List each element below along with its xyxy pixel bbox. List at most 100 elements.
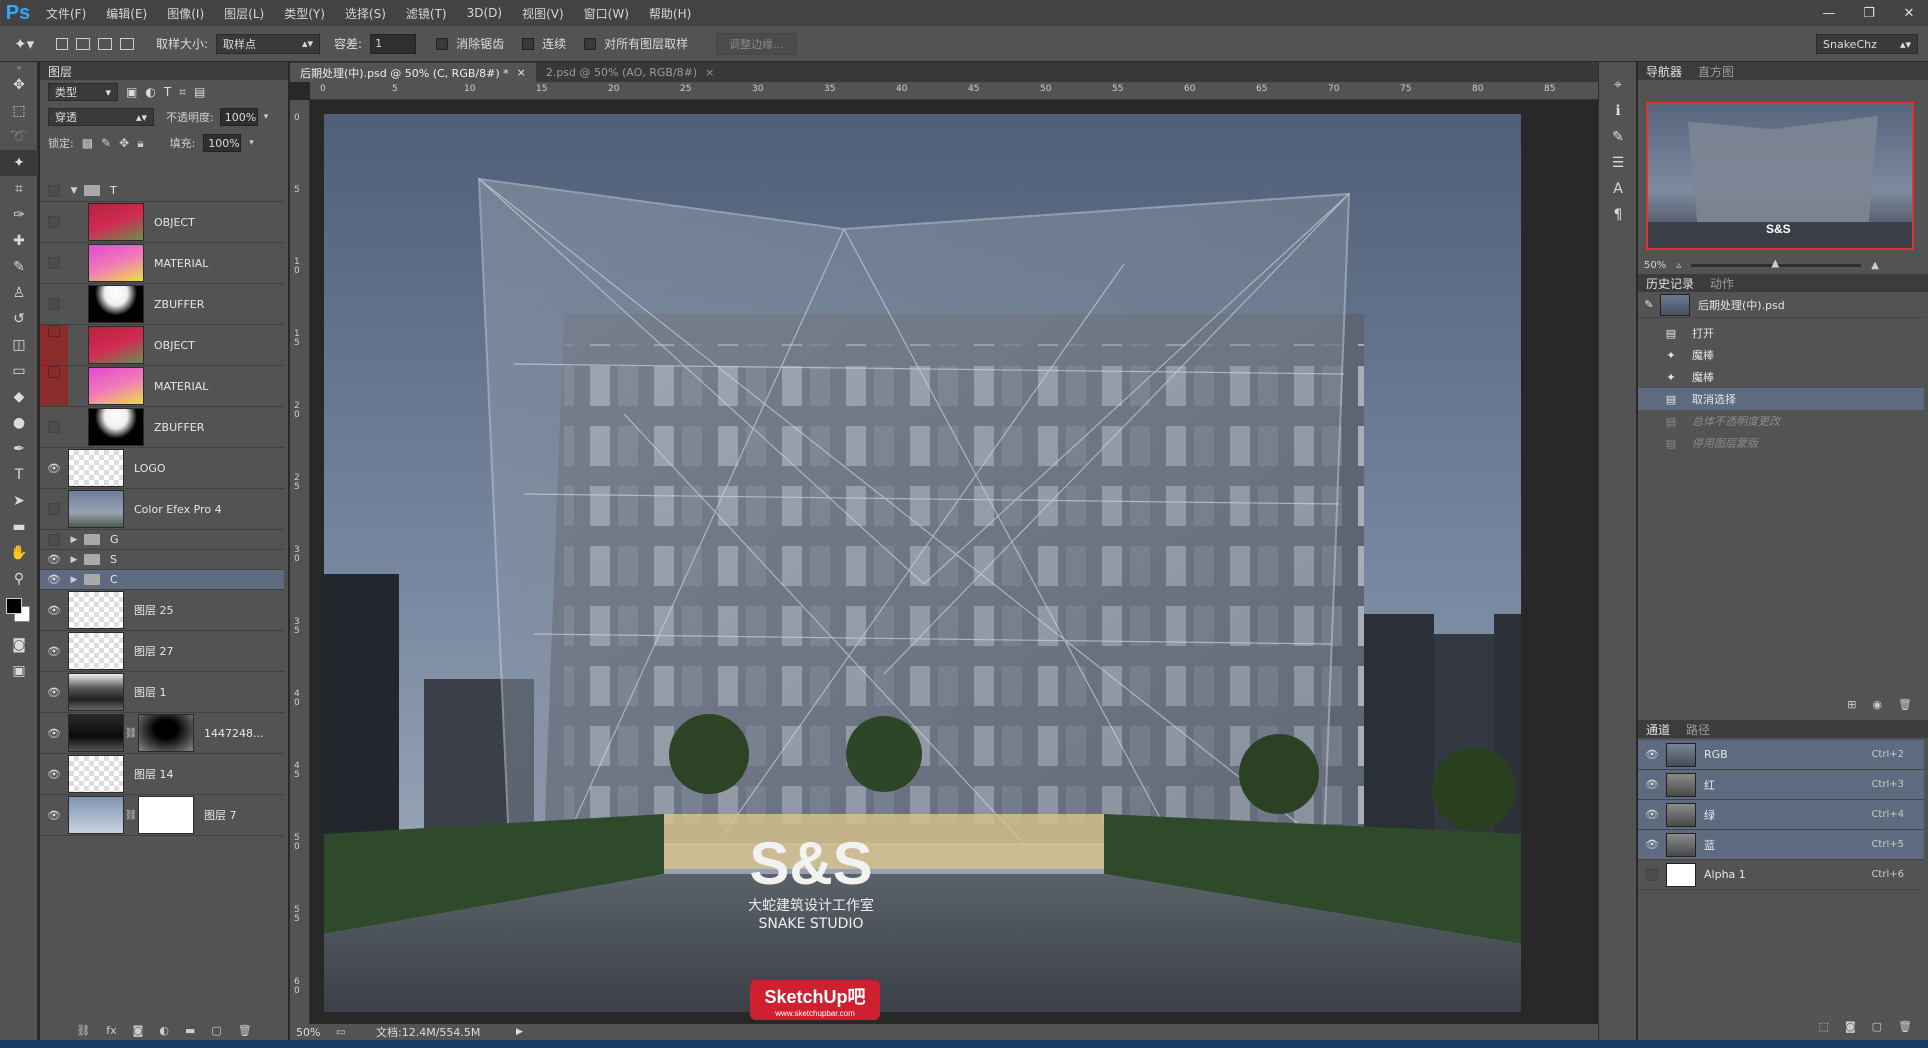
tab-document-active[interactable]: 后期处理(中).psd @ 50% (C, RGB/8#) * × xyxy=(290,63,536,82)
adjustments-panel-icon[interactable]: ☰ xyxy=(1599,150,1637,176)
visibility-toggle[interactable] xyxy=(40,184,68,197)
sample-size-select[interactable]: 取样点 ▴▾ xyxy=(216,33,321,54)
layer-group-t[interactable]: ▼ T xyxy=(40,180,284,202)
subtract-selection-icon[interactable] xyxy=(98,37,112,50)
type-filter-icon[interactable]: T xyxy=(164,85,171,99)
layer-row[interactable]: OBJECT xyxy=(40,325,284,366)
eraser-tool-icon[interactable]: ◫ xyxy=(0,332,38,358)
history-step-selected[interactable]: ▤ 取消选择 xyxy=(1638,388,1924,410)
clone-stamp-icon[interactable]: ♙ xyxy=(0,280,38,306)
zoom-level[interactable]: 50% xyxy=(290,1026,336,1039)
menu-image[interactable]: 图像(I) xyxy=(157,5,214,22)
eye-icon[interactable]: 👁︎ xyxy=(1638,808,1666,821)
zoom-tool-icon[interactable]: ⚲ xyxy=(0,566,38,592)
new-layer-icon[interactable]: ▢ xyxy=(211,1024,221,1037)
channel-row[interactable]: Alpha 1 Ctrl+6 xyxy=(1638,860,1924,890)
smart-object-filter-icon[interactable]: ▤ xyxy=(194,85,205,99)
menu-select[interactable]: 选择(S) xyxy=(335,5,396,22)
chevron-right-icon[interactable]: ▶ xyxy=(68,535,80,545)
intersect-selection-icon[interactable] xyxy=(120,37,134,50)
eye-icon[interactable]: 👁︎ xyxy=(40,686,68,699)
tab-document[interactable]: 2.psd @ 50% (AO, RGB/8#) × xyxy=(536,63,725,82)
tab-channels[interactable]: 通道 xyxy=(1646,721,1670,738)
marquee-tool-icon[interactable]: ⬚ xyxy=(0,98,38,124)
brush-panel-icon[interactable]: ✎ xyxy=(1599,124,1637,150)
menu-layer[interactable]: 图层(L) xyxy=(214,5,274,22)
menu-edit[interactable]: 编辑(E) xyxy=(96,5,157,22)
canvas-viewport[interactable]: S&S 大蛇建筑设计工作室 SNAKE STUDIO SketchUp吧 www… xyxy=(310,100,1636,1024)
layer-row[interactable]: MATERIAL xyxy=(40,366,284,407)
new-selection-icon[interactable] xyxy=(56,37,68,50)
close-icon[interactable]: × xyxy=(517,66,526,79)
chevron-down-icon[interactable]: ▾ xyxy=(264,112,269,122)
eye-icon[interactable]: 👁︎ xyxy=(40,462,68,475)
screen-mode-icon[interactable]: ▣ xyxy=(0,658,38,684)
history-step[interactable]: ✦ 魔棒 xyxy=(1638,344,1924,366)
load-selection-icon[interactable]: ⬚ xyxy=(1819,1020,1829,1038)
lock-all-icon[interactable]: 🔒︎ xyxy=(137,136,143,151)
visibility-toggle[interactable] xyxy=(40,503,68,515)
visibility-toggle[interactable] xyxy=(40,257,68,269)
brush-tool-icon[interactable]: ✎ xyxy=(0,254,38,280)
tab-paths[interactable]: 路径 xyxy=(1686,721,1710,738)
visibility-toggle[interactable] xyxy=(40,366,68,406)
layer-row[interactable]: OBJECT xyxy=(40,202,284,243)
delete-layer-icon[interactable]: 🗑︎ xyxy=(238,1024,252,1037)
delete-state-icon[interactable]: 🗑︎ xyxy=(1898,698,1912,714)
layer-row[interactable]: 👁︎ 图层 25 xyxy=(40,590,284,631)
shape-tool-icon[interactable]: ▬ xyxy=(0,514,38,540)
chevron-right-icon[interactable]: ▶ xyxy=(68,555,80,565)
layer-mask-thumbnail[interactable] xyxy=(138,714,194,752)
layer-row[interactable]: 👁︎ 图层 1 xyxy=(40,672,284,713)
history-brush-source-icon[interactable]: ✎ xyxy=(1638,298,1660,311)
character-panel-icon[interactable]: A xyxy=(1599,176,1637,202)
minimize-button[interactable]: — xyxy=(1816,6,1842,21)
eye-icon[interactable]: 👁︎ xyxy=(40,645,68,658)
menu-file[interactable]: 文件(F) xyxy=(36,5,96,22)
eye-icon[interactable]: 👁︎ xyxy=(1638,778,1666,791)
chevron-down-icon[interactable]: ▾ xyxy=(249,138,254,148)
menu-help[interactable]: 帮助(H) xyxy=(639,5,701,22)
new-group-icon[interactable]: ▬ xyxy=(185,1024,195,1037)
layer-row[interactable]: MATERIAL xyxy=(40,243,284,284)
layer-group-g[interactable]: ▶ G xyxy=(40,530,284,550)
quick-mask-icon[interactable]: ◙ xyxy=(0,632,38,658)
chevron-down-icon[interactable]: ▼ xyxy=(68,186,80,196)
visibility-toggle[interactable] xyxy=(1638,868,1666,881)
restore-button[interactable]: ❐ xyxy=(1856,6,1882,21)
layer-row[interactable]: Color Efex Pro 4 xyxy=(40,489,284,530)
history-step-undone[interactable]: ▤ 停用图层蒙版 xyxy=(1638,432,1924,454)
filter-kind-select[interactable]: 类型 ▾ xyxy=(48,83,118,101)
image-filter-icon[interactable]: ▣ xyxy=(126,85,137,99)
chevron-right-icon[interactable]: ▶ xyxy=(516,1027,523,1037)
add-mask-icon[interactable]: ◙ xyxy=(133,1024,144,1037)
chevron-right-icon[interactable]: ▶ xyxy=(68,575,80,585)
channel-row[interactable]: 👁︎ RGB Ctrl+2 xyxy=(1638,740,1924,770)
history-step-undone[interactable]: ▤ 总体不透明度更改 xyxy=(1638,410,1924,432)
blend-mode-select[interactable]: 穿透 ▴▾ xyxy=(48,108,154,126)
pen-tool-icon[interactable]: ✒ xyxy=(0,436,38,462)
history-step[interactable]: ✦ 魔棒 xyxy=(1638,366,1924,388)
adjustment-layer-icon[interactable]: ◐ xyxy=(159,1024,169,1037)
lasso-tool-icon[interactable]: ➰ xyxy=(0,124,38,150)
history-step[interactable]: ▤ 打开 xyxy=(1638,322,1924,344)
info-panel-icon[interactable]: ℹ xyxy=(1599,98,1637,124)
fx-icon[interactable]: fx xyxy=(106,1024,116,1037)
shape-filter-icon[interactable]: ⌗ xyxy=(179,85,186,100)
zoom-out-icon[interactable]: ▵ xyxy=(1676,260,1681,271)
workspace-select[interactable]: SnakeChz ▴▾ xyxy=(1816,34,1918,54)
layer-row[interactable]: 👁︎ LOGO xyxy=(40,448,284,489)
navigator-preview[interactable]: S&S xyxy=(1646,102,1914,250)
magic-wand-tool-icon[interactable]: ✦ xyxy=(0,150,38,176)
history-snapshot[interactable]: ✎ 后期处理(中).psd xyxy=(1638,292,1924,318)
layer-row[interactable]: 👁︎ 图层 27 xyxy=(40,631,284,672)
gradient-tool-icon[interactable]: ▭ xyxy=(0,358,38,384)
color-swatches[interactable] xyxy=(0,592,38,632)
move-tool-icon[interactable]: ✥ xyxy=(0,72,38,98)
layer-row[interactable]: 👁︎ 图层 14 xyxy=(40,754,284,795)
eye-icon[interactable]: 👁︎ xyxy=(40,809,68,822)
delete-channel-icon[interactable]: 🗑︎ xyxy=(1898,1020,1912,1038)
foreground-color-icon[interactable] xyxy=(6,598,22,614)
new-channel-icon[interactable]: ▢ xyxy=(1872,1020,1882,1038)
opacity-input[interactable]: 100% xyxy=(219,108,258,126)
